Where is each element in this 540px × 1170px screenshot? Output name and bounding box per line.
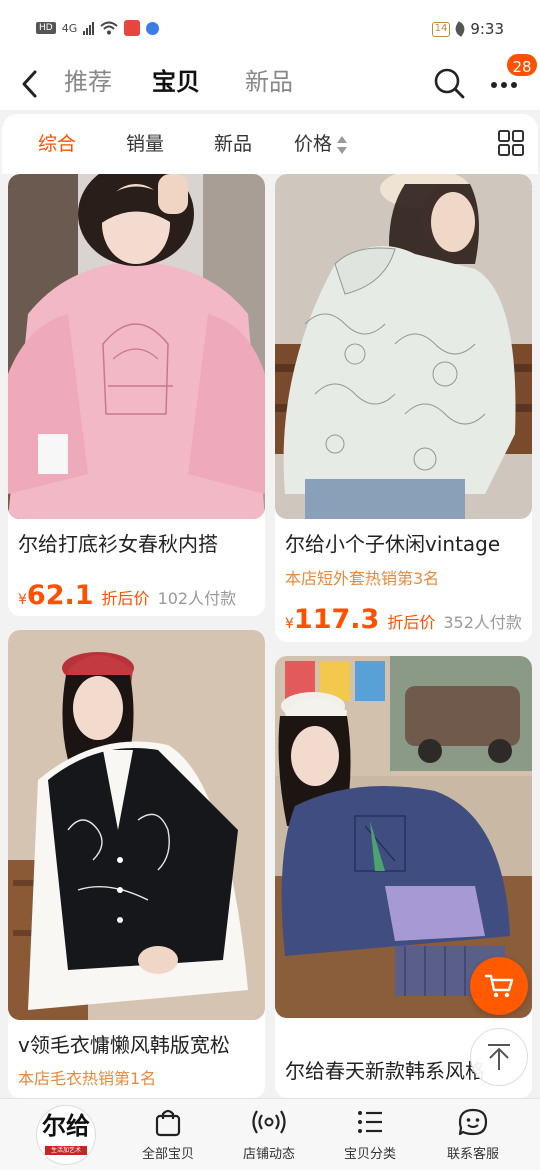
clock: 9:33 [470,20,504,38]
sort-arrows-icon [337,135,348,155]
signal-icon [83,21,95,35]
product-price: 117.3 [293,604,380,635]
chat-face-icon [458,1108,488,1136]
product-image[interactable] [275,174,532,519]
back-to-top-button[interactable] [470,1028,528,1086]
product-image[interactable] [8,630,265,1020]
app-status-icon [146,21,160,35]
back-arrow-icon[interactable] [16,66,44,102]
currency-symbol: ¥ [285,616,294,632]
filter-sales[interactable]: 销量 [126,132,164,156]
discount-price-label: 折后价 [387,613,436,632]
nav-label: 全部宝贝 [141,1147,194,1162]
nav-label: 联系客服 [446,1147,499,1162]
price-row: ¥ 62.1 折后价 102人付款 [18,580,236,611]
wifi-icon [100,21,118,35]
discount-price-label: 折后价 [101,589,150,608]
paid-count: 102人付款 [157,589,237,608]
currency-symbol: ¥ [18,592,27,608]
shop-logo-sub: 生活加艺术 [45,1146,87,1155]
hd-badge: HD [36,22,56,34]
product-title[interactable]: 尔给打底衫女春秋内搭 [18,530,260,558]
nav-all-items[interactable]: 全部宝贝 [123,1107,213,1162]
filter-bar: 综合 销量 新品 价格 [2,114,538,174]
product-title[interactable]: v领毛衣慵懒风韩版宽松 [18,1031,260,1059]
product-price: 62.1 [26,580,94,611]
product-image[interactable] [8,174,265,519]
paid-count: 352人付款 [443,613,522,632]
notification-badge: 28 [505,52,539,78]
shop-logo-text: 尔给 [42,1111,90,1140]
product-card[interactable]: 尔给打底衫女春秋内搭 ¥ 62.1 折后价 102人付款 [8,174,265,616]
search-icon[interactable] [432,66,466,100]
nav-customer-service[interactable]: 联系客服 [428,1107,518,1162]
tab-items[interactable]: 宝贝 [152,66,200,98]
product-title[interactable]: 尔给小个子休闲vintage [285,530,527,558]
shopping-bag-icon [155,1109,181,1137]
broadcast-icon [252,1110,286,1134]
price-row: ¥ 117.3 折后价 352人付款 [285,604,522,635]
power-saving-icon [452,21,468,37]
filter-comprehensive[interactable]: 综合 [38,132,76,156]
nav-item-categories[interactable]: 宝贝分类 [325,1107,415,1162]
filter-new[interactable]: 新品 [214,132,252,156]
product-card[interactable]: 尔给小个子休闲vintage 本店短外套热销第3名 ¥ 117.3 折后价 35… [275,174,532,642]
filter-price[interactable]: 价格 [294,132,348,156]
cart-button[interactable] [470,957,528,1015]
nav-shop-feed[interactable]: 店铺动态 [224,1107,314,1162]
status-bar: HD 4G 14 9:33 [0,0,540,58]
list-icon [358,1111,382,1133]
grid-view-icon[interactable] [498,130,524,156]
nav-label: 宝贝分类 [343,1147,396,1162]
shop-bottom-nav: 尔给 生活加艺术 全部宝贝 店铺动态 宝贝分类 联系客服 [0,1098,540,1170]
status-right: 14 9:33 [431,20,504,38]
nav-label: 店铺动态 [242,1147,295,1162]
product-rank-label: 本店毛衣热销第1名 [18,1069,157,1088]
arrow-up-icon [488,1044,510,1070]
shop-header: 推荐 宝贝 新品 [0,58,540,110]
product-rank-label: 本店短外套热销第3名 [285,569,440,588]
cart-icon [484,974,514,998]
shop-logo[interactable]: 尔给 生活加艺术 [36,1105,96,1165]
status-left: HD 4G [36,20,160,36]
tab-new-arrivals[interactable]: 新品 [245,66,293,98]
app-notification-icon [124,20,141,36]
tab-recommend[interactable]: 推荐 [64,66,112,98]
network-label: 4G [61,21,78,35]
product-card[interactable]: v领毛衣慵懒风韩版宽松 本店毛衣热销第1名 [8,630,265,1098]
filter-price-label: 价格 [294,133,333,155]
battery-icon: 14 [431,21,451,37]
